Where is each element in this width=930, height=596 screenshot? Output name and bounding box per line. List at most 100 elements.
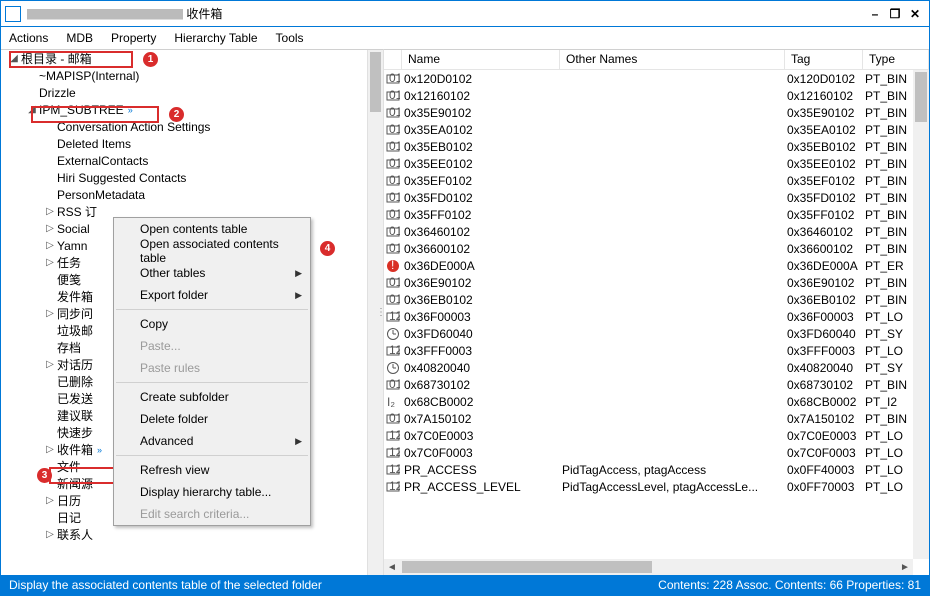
grid-row[interactable]: 010 0x35FF0102 0x35FF0102 PT_BIN bbox=[384, 206, 913, 223]
grid-row[interactable]: 0x3FD60040 0x3FD60040 PT_SY bbox=[384, 325, 913, 342]
col-tag[interactable]: Tag bbox=[785, 50, 863, 69]
cell-name: 0x3FD60040 bbox=[402, 327, 560, 341]
grid-row[interactable]: 010 0x36E90102 0x36E90102 PT_BIN bbox=[384, 274, 913, 291]
cell-type: PT_BIN bbox=[863, 140, 913, 154]
row-type-icon: 123 bbox=[384, 463, 402, 477]
grid-row[interactable]: 123 0x7C0F0003 0x7C0F0003 PT_LO bbox=[384, 444, 913, 461]
row-type-icon: 010 bbox=[384, 276, 402, 290]
status-right: Contents: 228 Assoc. Contents: 66 Proper… bbox=[658, 578, 921, 592]
grid-row[interactable]: I₂ 0x68CB0002 0x68CB0002 PT_I2 bbox=[384, 393, 913, 410]
tree-item[interactable]: ~MAPISP(Internal) bbox=[1, 67, 383, 84]
grid-row[interactable]: 010 0x35EA0102 0x35EA0102 PT_BIN bbox=[384, 121, 913, 138]
submenu-arrow-icon: ▶ bbox=[295, 290, 302, 301]
grid-row[interactable]: 010 0x35E90102 0x35E90102 PT_BIN bbox=[384, 104, 913, 121]
menu-mdb[interactable]: MDB bbox=[66, 31, 93, 45]
col-other-names[interactable]: Other Names bbox=[560, 50, 785, 69]
menu-paste: Paste... bbox=[114, 335, 310, 357]
tree-item[interactable]: ▷联系人 bbox=[1, 526, 383, 543]
svg-text:123: 123 bbox=[389, 446, 400, 459]
cell-name: 0x35EA0102 bbox=[402, 123, 560, 137]
tree-item[interactable]: Conversation Action Settings bbox=[1, 118, 383, 135]
grid-row[interactable]: 010 0x36460102 0x36460102 PT_BIN bbox=[384, 223, 913, 240]
cell-name: 0x12160102 bbox=[402, 89, 560, 103]
menu-advanced[interactable]: Advanced▶ bbox=[114, 430, 310, 452]
svg-text:010: 010 bbox=[389, 208, 400, 221]
tree-item[interactable]: Deleted Items bbox=[1, 135, 383, 152]
grid-row[interactable]: 123 0x36F00003 0x36F00003 PT_LO bbox=[384, 308, 913, 325]
svg-text:123: 123 bbox=[389, 344, 400, 357]
grid-row[interactable]: 010 0x120D0102 0x120D0102 PT_BIN bbox=[384, 70, 913, 87]
menu-other-tables[interactable]: Other tables▶ bbox=[114, 262, 310, 284]
grid-row[interactable]: 0x40820040 0x40820040 PT_SY bbox=[384, 359, 913, 376]
col-type[interactable]: Type bbox=[863, 50, 929, 69]
row-type-icon: 010 bbox=[384, 208, 402, 222]
cell-name: 0x35FF0102 bbox=[402, 208, 560, 222]
menu-hierarchy[interactable]: Hierarchy Table bbox=[174, 31, 257, 45]
menu-bar: Actions MDB Property Hierarchy Table Too… bbox=[1, 27, 929, 49]
tree-root[interactable]: ◢根目录 - 邮箱 bbox=[1, 50, 383, 67]
scroll-right-icon[interactable]: ► bbox=[897, 559, 913, 575]
col-name[interactable]: Name bbox=[402, 50, 560, 69]
menu-export-folder[interactable]: Export folder▶ bbox=[114, 284, 310, 306]
tree-item[interactable]: PersonMetadata bbox=[1, 186, 383, 203]
minimize-button[interactable]: – bbox=[865, 7, 885, 21]
grid-row[interactable]: ! 0x36DE000A 0x36DE000A PT_ER bbox=[384, 257, 913, 274]
tree-item[interactable]: Drizzle bbox=[1, 84, 383, 101]
grid-header: Name Other Names Tag Type bbox=[384, 50, 929, 70]
tree-item[interactable]: ExternalContacts bbox=[1, 152, 383, 169]
cell-type: PT_ER bbox=[863, 259, 913, 273]
grid-row[interactable]: 123 PR_ACCESS PidTagAccess, ptagAccess 0… bbox=[384, 461, 913, 478]
cell-name: 0x120D0102 bbox=[402, 72, 560, 86]
menu-actions[interactable]: Actions bbox=[9, 31, 48, 45]
status-left: Display the associated contents table of… bbox=[9, 578, 658, 592]
grid-row[interactable]: 010 0x36EB0102 0x36EB0102 PT_BIN bbox=[384, 291, 913, 308]
grid-row[interactable]: 010 0x7A150102 0x7A150102 PT_BIN bbox=[384, 410, 913, 427]
menu-display-hierarchy[interactable]: Display hierarchy table... bbox=[114, 481, 310, 503]
cell-tag: 0x40820040 bbox=[785, 361, 863, 375]
cell-other: PidTagAccessLevel, ptagAccessLe... bbox=[560, 480, 785, 494]
menu-delete-folder[interactable]: Delete folder bbox=[114, 408, 310, 430]
cell-tag: 0x3FD60040 bbox=[785, 327, 863, 341]
grid-row[interactable]: 010 0x12160102 0x12160102 PT_BIN bbox=[384, 87, 913, 104]
close-button[interactable]: ✕ bbox=[905, 7, 925, 21]
grid-scrollbar-vertical[interactable] bbox=[913, 70, 929, 559]
cell-tag: 0x35E90102 bbox=[785, 106, 863, 120]
cell-name: PR_ACCESS bbox=[402, 463, 560, 477]
row-type-icon: 010 bbox=[384, 123, 402, 137]
cell-name: 0x40820040 bbox=[402, 361, 560, 375]
grid-row[interactable]: 010 0x35EE0102 0x35EE0102 PT_BIN bbox=[384, 155, 913, 172]
grid-row[interactable]: 010 0x35EB0102 0x35EB0102 PT_BIN bbox=[384, 138, 913, 155]
cell-name: 0x36460102 bbox=[402, 225, 560, 239]
menu-create-subfolder[interactable]: Create subfolder bbox=[114, 386, 310, 408]
svg-text:!: ! bbox=[391, 259, 394, 272]
cell-name: 0x68CB0002 bbox=[402, 395, 560, 409]
svg-text:010: 010 bbox=[389, 174, 400, 187]
grid-row[interactable]: 123 0x3FFF0003 0x3FFF0003 PT_LO bbox=[384, 342, 913, 359]
grid-scrollbar-horizontal[interactable]: ◄ ► bbox=[384, 559, 913, 575]
menu-property[interactable]: Property bbox=[111, 31, 156, 45]
scroll-left-icon[interactable]: ◄ bbox=[384, 559, 400, 575]
cell-tag: 0x68CB0002 bbox=[785, 395, 863, 409]
maximize-button[interactable]: ❐ bbox=[885, 7, 905, 21]
cell-tag: 0x36DE000A bbox=[785, 259, 863, 273]
grid-row[interactable]: 010 0x36600102 0x36600102 PT_BIN bbox=[384, 240, 913, 257]
menu-copy[interactable]: Copy bbox=[114, 313, 310, 335]
cell-tag: 0x36600102 bbox=[785, 242, 863, 256]
menu-refresh-view[interactable]: Refresh view bbox=[114, 459, 310, 481]
menu-open-associated-contents[interactable]: Open associated contents table bbox=[114, 240, 310, 262]
grid-row[interactable]: 123 0x7C0E0003 0x7C0E0003 PT_LO bbox=[384, 427, 913, 444]
tree-ipm-subtree[interactable]: ◢IPM_SUBTREE» bbox=[1, 101, 383, 118]
row-type-icon: 123 bbox=[384, 480, 402, 494]
svg-text:010: 010 bbox=[389, 293, 400, 306]
cell-type: PT_BIN bbox=[863, 208, 913, 222]
tree-item[interactable]: Hiri Suggested Contacts bbox=[1, 169, 383, 186]
grid-row[interactable]: 010 0x68730102 0x68730102 PT_BIN bbox=[384, 376, 913, 393]
menu-tools[interactable]: Tools bbox=[276, 31, 304, 45]
grid-row[interactable]: 010 0x35FD0102 0x35FD0102 PT_BIN bbox=[384, 189, 913, 206]
cell-name: 0x36E90102 bbox=[402, 276, 560, 290]
grid-row[interactable]: 123 PR_ACCESS_LEVEL PidTagAccessLevel, p… bbox=[384, 478, 913, 495]
grid-row[interactable]: 010 0x35EF0102 0x35EF0102 PT_BIN bbox=[384, 172, 913, 189]
cell-type: PT_BIN bbox=[863, 157, 913, 171]
cell-type: PT_BIN bbox=[863, 378, 913, 392]
row-type-icon: ! bbox=[384, 259, 402, 273]
